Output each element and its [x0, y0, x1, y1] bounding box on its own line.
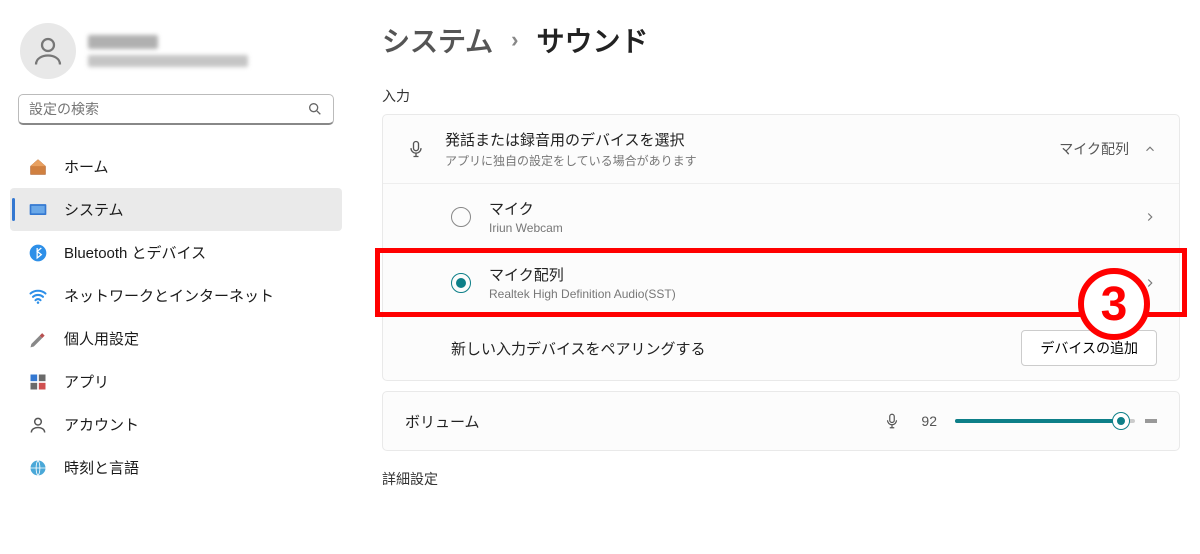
breadcrumb: システム › サウンド [382, 20, 1180, 60]
device-subtitle: Iriun Webcam [489, 221, 1125, 235]
selected-device-label: マイク配列 [1059, 139, 1129, 159]
user-block[interactable] [0, 15, 352, 94]
radio-unchecked[interactable] [451, 207, 471, 227]
breadcrumb-current: サウンド [537, 20, 649, 60]
volume-card: ボリューム 92 [382, 391, 1180, 451]
radio-checked[interactable] [451, 273, 471, 293]
section-label-input: 入力 [382, 86, 1180, 106]
sidebar-item-personalization[interactable]: 個人用設定 [0, 317, 352, 360]
wifi-icon [28, 286, 48, 306]
volume-row[interactable]: ボリューム 92 [383, 392, 1179, 450]
user-email-redacted [88, 55, 248, 67]
pairing-label: 新しい入力デバイスをペアリングする [451, 338, 706, 359]
input-header-subtitle: アプリに独自の設定をしている場合があります [445, 152, 1041, 169]
sidebar-item-home[interactable]: ホーム [0, 145, 352, 188]
main-content: システム › サウンド 入力 発話または録音用のデバイスを選択 アプリに独自の設… [352, 0, 1200, 554]
input-device-header[interactable]: 発話または録音用のデバイスを選択 アプリに独自の設定をしている場合があります マ… [383, 115, 1179, 183]
account-icon [28, 415, 48, 435]
sidebar-item-account[interactable]: アカウント [0, 403, 352, 446]
sidebar: ホーム システム Bluetooth とデバイス ネットワークとインターネット … [0, 0, 352, 554]
sidebar-item-system[interactable]: システム [10, 188, 342, 231]
sidebar-item-network[interactable]: ネットワークとインターネット [0, 274, 352, 317]
sidebar-item-bluetooth[interactable]: Bluetooth とデバイス [0, 231, 352, 274]
device-row-mic-array[interactable]: マイク配列 Realtek High Definition Audio(SST) [383, 249, 1179, 315]
sidebar-item-label: システム [64, 199, 124, 220]
volume-value: 92 [921, 413, 937, 429]
sidebar-item-label: アプリ [64, 371, 109, 392]
nav-list: ホーム システム Bluetooth とデバイス ネットワークとインターネット … [0, 135, 352, 489]
search-icon [307, 101, 323, 117]
device-row-mic[interactable]: マイク Iriun Webcam [383, 183, 1179, 249]
apps-icon [28, 372, 48, 392]
chevron-up-icon [1143, 142, 1157, 156]
chevron-right-icon [1143, 210, 1157, 224]
pairing-row: 新しい入力デバイスをペアリングする デバイスの追加 [383, 315, 1179, 380]
bluetooth-icon [28, 243, 48, 263]
sidebar-item-label: 個人用設定 [64, 328, 139, 349]
input-header-title: 発話または録音用のデバイスを選択 [445, 129, 1041, 150]
section-label-advanced: 詳細設定 [382, 469, 1180, 489]
avatar [20, 23, 76, 79]
sidebar-item-label: アカウント [64, 414, 139, 435]
person-icon [30, 33, 66, 69]
search-box[interactable] [18, 94, 334, 125]
sidebar-item-label: ネットワークとインターネット [64, 285, 274, 306]
sidebar-item-time-language[interactable]: 時刻と言語 [0, 446, 352, 489]
sidebar-item-label: ホーム [64, 156, 109, 177]
device-subtitle: Realtek High Definition Audio(SST) [489, 287, 1125, 301]
mic-icon [405, 138, 427, 160]
device-title: マイク [489, 198, 1125, 219]
search-input[interactable] [29, 101, 299, 117]
device-title: マイク配列 [489, 264, 1125, 285]
mic-icon[interactable] [881, 410, 903, 432]
breadcrumb-root[interactable]: システム [382, 20, 493, 60]
globe-icon [28, 458, 48, 478]
sidebar-item-label: Bluetooth とデバイス [64, 242, 206, 263]
system-icon [28, 200, 48, 220]
callout-number: 3 [1101, 277, 1128, 332]
breadcrumb-separator: › [511, 27, 518, 53]
user-name-redacted [88, 35, 158, 49]
annotation-callout: 3 [1078, 268, 1150, 340]
user-info [88, 35, 248, 67]
sidebar-item-apps[interactable]: アプリ [0, 360, 352, 403]
volume-label: ボリューム [405, 411, 480, 432]
volume-slider[interactable] [955, 419, 1157, 423]
sidebar-item-label: 時刻と言語 [64, 457, 139, 478]
home-icon [28, 157, 48, 177]
add-device-button[interactable]: デバイスの追加 [1021, 330, 1157, 366]
input-device-card: 発話または録音用のデバイスを選択 アプリに独自の設定をしている場合があります マ… [382, 114, 1180, 381]
brush-icon [28, 329, 48, 349]
